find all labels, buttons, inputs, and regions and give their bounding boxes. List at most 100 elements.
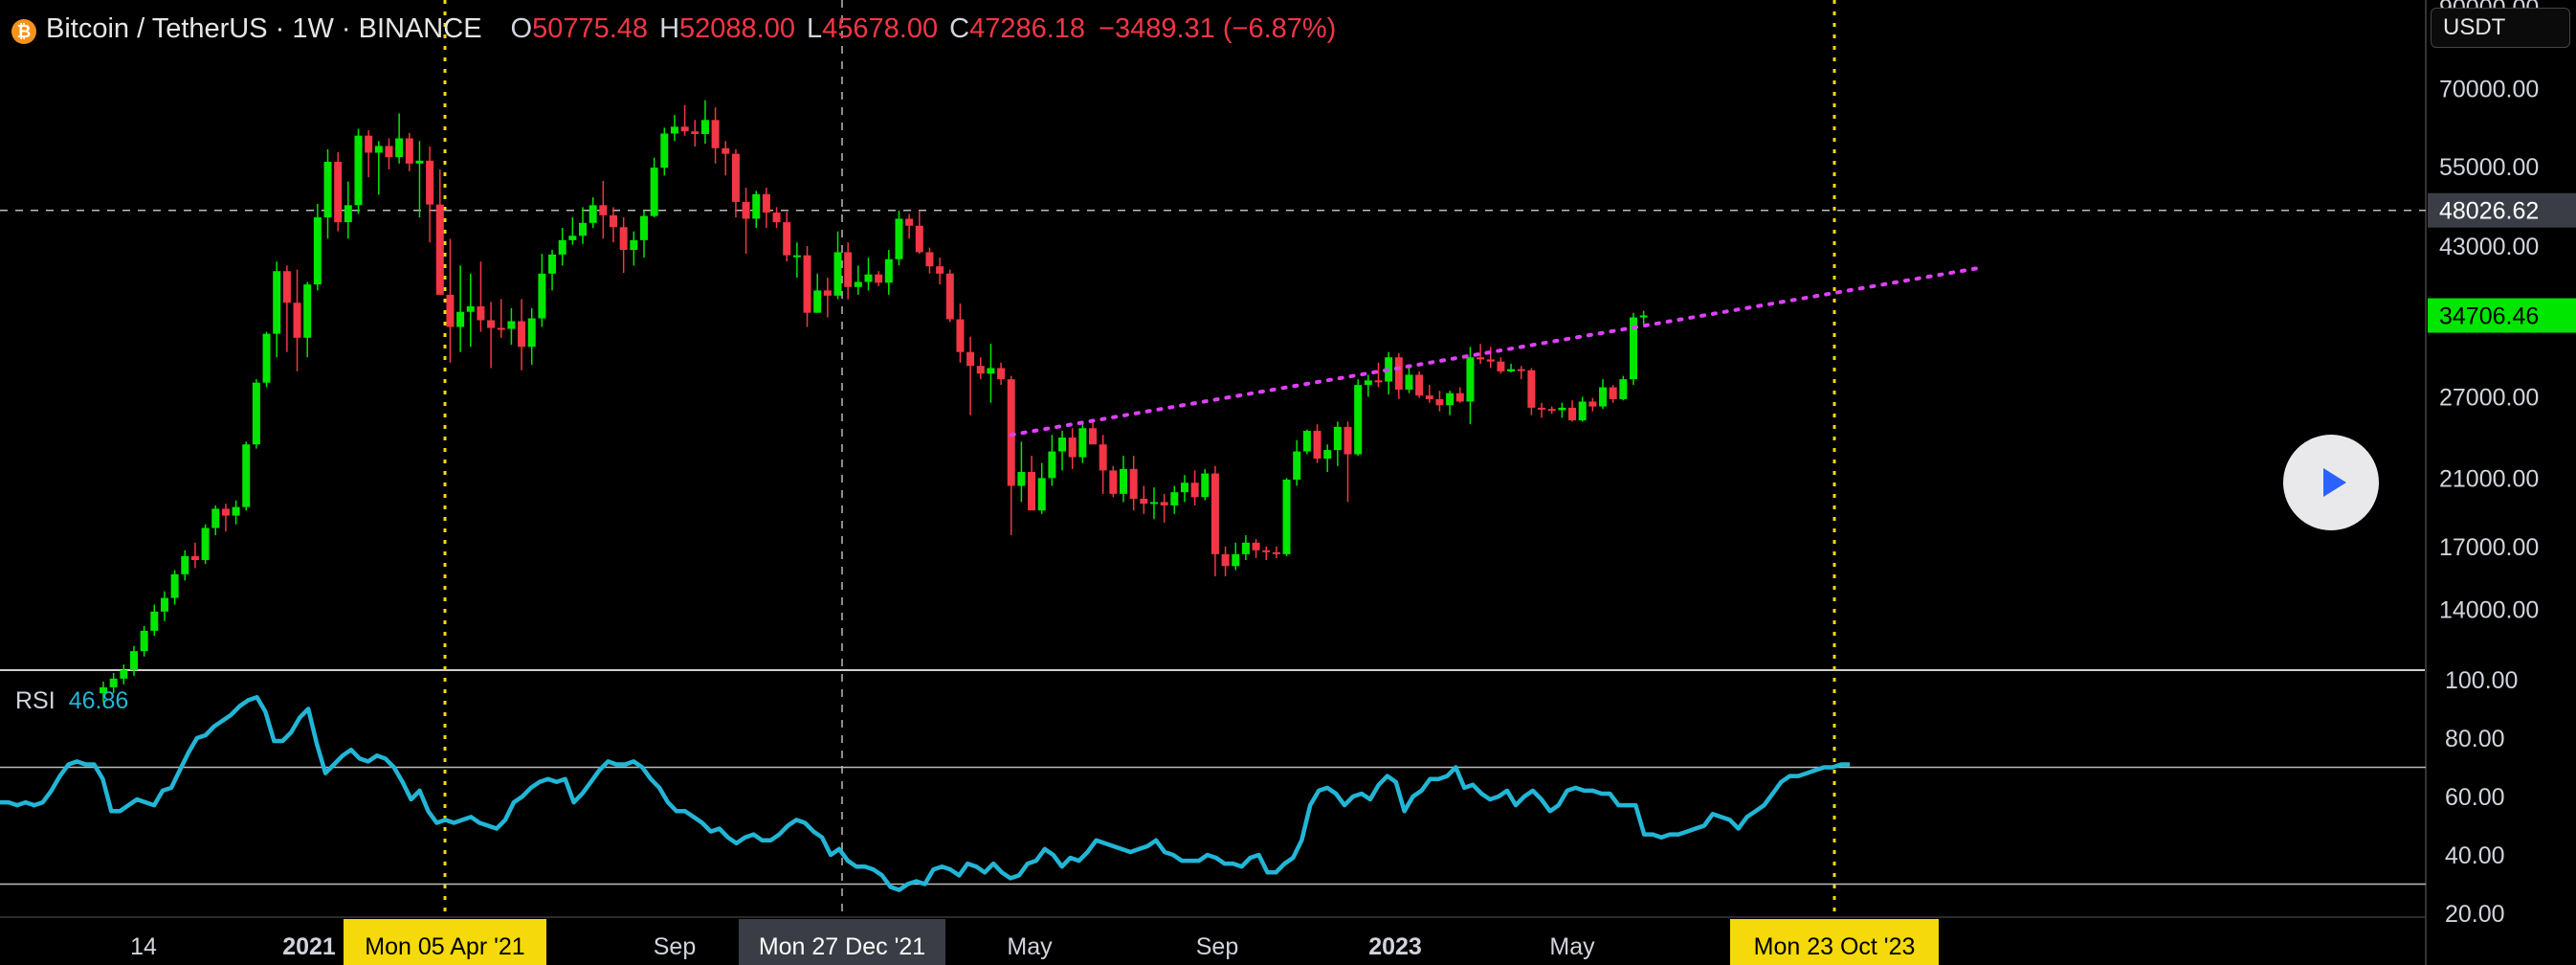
candle xyxy=(1120,456,1127,503)
candle xyxy=(1252,538,1260,558)
candle-body xyxy=(568,236,577,240)
candle xyxy=(1435,391,1444,412)
low-label: L xyxy=(807,12,823,44)
candle-body xyxy=(1028,471,1036,511)
candle xyxy=(1302,429,1311,455)
candle-body xyxy=(1272,551,1280,554)
candle-body xyxy=(129,651,138,670)
candle xyxy=(762,188,770,229)
candle xyxy=(1048,435,1056,486)
symbol-title[interactable]: Bitcoin / TetherUS · 1W · BINANCE xyxy=(46,13,482,45)
price-tick-label: 27000.00 xyxy=(2439,384,2539,411)
candle xyxy=(568,217,577,245)
rsi-tick-label: 80.00 xyxy=(2445,726,2505,752)
currency-button[interactable]: USDT xyxy=(2431,8,2570,48)
candle xyxy=(323,148,332,239)
candle xyxy=(1180,475,1188,503)
candle xyxy=(588,197,597,229)
candle xyxy=(1017,441,1026,503)
candle-body xyxy=(334,162,343,223)
candle xyxy=(1599,379,1608,410)
candle-body xyxy=(762,193,770,213)
candle xyxy=(1507,363,1516,373)
candle-body xyxy=(691,131,700,135)
candle xyxy=(293,269,301,371)
candle xyxy=(140,625,148,657)
candle-body xyxy=(1323,450,1332,460)
candle-body xyxy=(466,305,475,312)
candle xyxy=(691,120,700,147)
candle xyxy=(844,242,853,300)
candle-body xyxy=(497,327,505,330)
candle xyxy=(1272,546,1280,558)
candle-body xyxy=(282,271,291,303)
candle-body xyxy=(426,160,434,205)
candle-body xyxy=(670,126,678,134)
price-chart[interactable]: 90000.0070000.0055000.0043000.0027000.00… xyxy=(0,0,2576,965)
candle-body xyxy=(140,630,148,652)
candle-body xyxy=(242,444,251,507)
candle xyxy=(1374,362,1383,388)
candle-body xyxy=(731,153,740,202)
candle-body xyxy=(1262,550,1271,552)
candle-body xyxy=(976,366,985,374)
candle xyxy=(1568,400,1577,422)
candle xyxy=(1639,310,1648,325)
candle-body xyxy=(1017,471,1026,486)
candle xyxy=(1588,397,1597,412)
candle xyxy=(1497,357,1505,374)
candle xyxy=(456,265,465,352)
candle xyxy=(722,141,730,176)
candle xyxy=(1578,396,1587,422)
candle-body xyxy=(170,573,179,598)
candle xyxy=(120,664,128,684)
candle-body xyxy=(660,133,669,168)
candle xyxy=(446,238,455,363)
candle-body xyxy=(1313,431,1321,460)
candle xyxy=(385,138,393,169)
candle xyxy=(945,269,954,323)
candle xyxy=(1282,478,1291,556)
candle-body xyxy=(1241,542,1250,554)
play-button[interactable] xyxy=(2283,435,2379,530)
candle-body xyxy=(833,252,842,296)
candle-body xyxy=(1201,473,1210,498)
candle-body xyxy=(1344,426,1352,455)
candle xyxy=(1190,470,1199,505)
candle xyxy=(610,207,617,243)
candle-body xyxy=(772,213,781,223)
candle-body xyxy=(415,160,424,164)
candle-body xyxy=(1568,407,1577,421)
candle-body xyxy=(1333,426,1342,451)
candle xyxy=(150,604,159,637)
candle xyxy=(1149,487,1158,520)
crosshair-time-label: Mon 05 Apr '21 xyxy=(365,933,524,960)
candle xyxy=(854,265,862,295)
candle xyxy=(344,181,352,239)
candle xyxy=(1527,368,1536,415)
candle-body xyxy=(1282,479,1291,554)
candle xyxy=(925,247,934,274)
candle xyxy=(1415,370,1424,398)
candle-body xyxy=(354,135,363,206)
candle-body xyxy=(1588,401,1597,407)
candle xyxy=(1323,444,1332,472)
candle xyxy=(497,299,505,338)
candle xyxy=(1486,347,1495,369)
candle xyxy=(976,357,985,380)
rsi-legend: RSI 46.86 xyxy=(15,687,128,715)
candle xyxy=(518,299,526,370)
candle xyxy=(1558,402,1566,418)
candle xyxy=(1630,312,1637,386)
candle-body xyxy=(599,205,608,215)
candle-body xyxy=(1374,380,1383,383)
price-tick-label: 55000.00 xyxy=(2439,154,2539,181)
candle xyxy=(232,500,240,525)
bitcoin-icon: ₿ xyxy=(11,19,36,44)
open-value: 50775.48 xyxy=(532,12,649,44)
candle-body xyxy=(803,255,811,313)
candle xyxy=(1354,379,1363,457)
candle-body xyxy=(854,281,862,287)
candle-body xyxy=(1405,374,1413,390)
crosshair-time-label: Mon 23 Oct '23 xyxy=(1754,933,1916,960)
